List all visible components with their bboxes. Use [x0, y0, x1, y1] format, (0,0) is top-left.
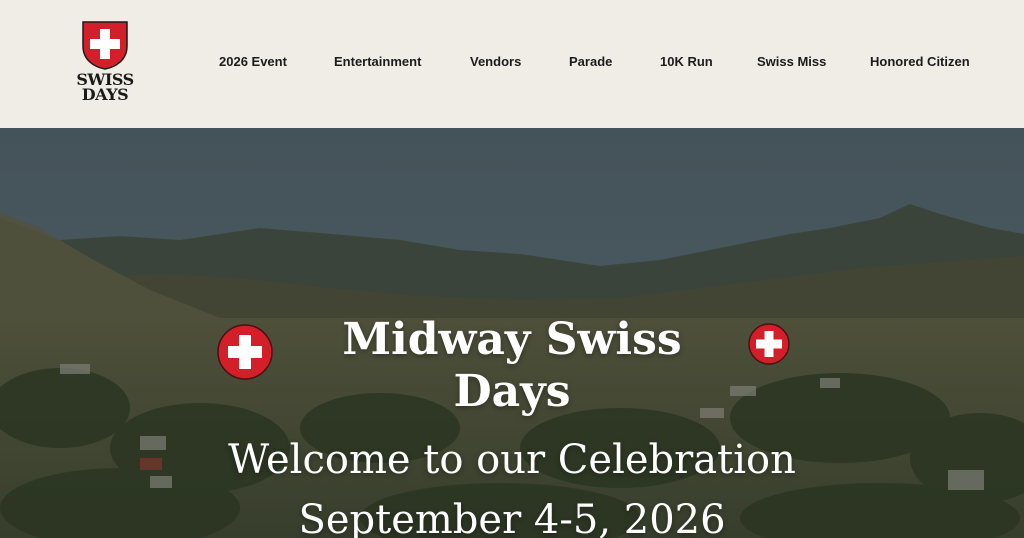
swiss-days-logo[interactable]: SWISS DAYS — [68, 20, 142, 110]
nav-entertainment[interactable]: Entertainment — [334, 54, 421, 69]
nav-parade[interactable]: Parade — [569, 54, 612, 69]
hero-title: Midway Swiss Days — [342, 314, 682, 417]
nav-10k-run[interactable]: 10K Run — [660, 54, 713, 69]
nav-honored-citizen[interactable]: Honored Citizen — [870, 54, 970, 69]
logo-line-days: DAYS — [81, 85, 129, 104]
nav-vendors[interactable]: Vendors — [470, 54, 521, 69]
nav-2026-event[interactable]: 2026 Event — [219, 54, 287, 69]
hero-subtitle: Welcome to our Celebration — [228, 437, 796, 483]
hero-banner: Midway Swiss Days Welcome to our Celebra… — [0, 128, 1024, 538]
hero-date: September 4-5, 2026 — [298, 497, 726, 538]
swiss-cross-icon — [217, 324, 273, 380]
swiss-cross-shield-icon — [82, 21, 128, 70]
swiss-cross-icon — [748, 323, 790, 365]
site-header: SWISS DAYS 2026 Event Entertainment Vend… — [0, 0, 1024, 128]
logo-text: SWISS DAYS — [68, 72, 142, 104]
nav-swiss-miss[interactable]: Swiss Miss — [757, 54, 826, 69]
